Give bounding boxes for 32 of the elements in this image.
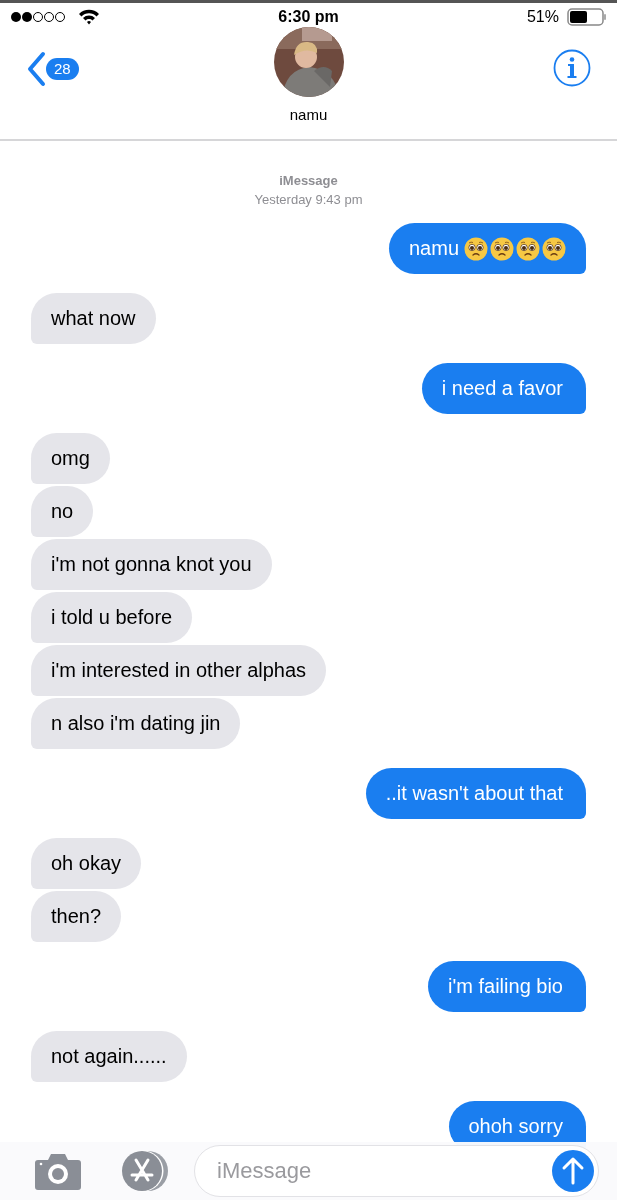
message-bubble: ..it wasn't about that (365, 768, 586, 819)
message-input-field[interactable]: iMessage (194, 1145, 599, 1197)
contact-name: namu (289, 106, 328, 123)
info-icon[interactable] (553, 49, 591, 87)
message-bubble: i'm interested in other alphas (31, 645, 327, 696)
battery-icon (567, 7, 607, 26)
signal-icon (10, 10, 66, 23)
message-bubble: i told u before (31, 592, 193, 643)
pleading-face-emoji-icon (464, 236, 488, 261)
message-bubble: then? (31, 891, 122, 942)
message-timestamp: Yesterday 9:43 pm (254, 192, 363, 207)
message-bubble: omg (31, 433, 110, 484)
message-bubble: not again...... (31, 1031, 187, 1082)
message-bubble: oh okay (31, 838, 142, 889)
pleading-face-emoji-icon (542, 236, 566, 261)
message-bubble: i'm not gonna knot you (31, 539, 272, 590)
message-text: namu (408, 237, 459, 260)
message-bubble: no (31, 486, 94, 537)
message-bubble: what now (31, 293, 156, 344)
message-bubble: i'm failing bio (428, 961, 586, 1012)
message-bubble: n also i'm dating jin (31, 698, 241, 749)
status-time: 6:30 pm (278, 7, 339, 26)
pleading-face-emoji-icon (516, 236, 540, 261)
message-bubble: i need a favor (421, 363, 586, 414)
pleading-face-emoji-icon (490, 236, 514, 261)
back-button[interactable]: 28 (26, 51, 79, 87)
battery-percentage: 51% (526, 7, 559, 26)
back-chevron-icon (26, 51, 46, 87)
service-label: iMessage (279, 173, 338, 188)
camera-icon[interactable] (34, 1151, 82, 1191)
wifi-icon (78, 8, 100, 25)
unread-count-badge: 28 (46, 58, 79, 80)
